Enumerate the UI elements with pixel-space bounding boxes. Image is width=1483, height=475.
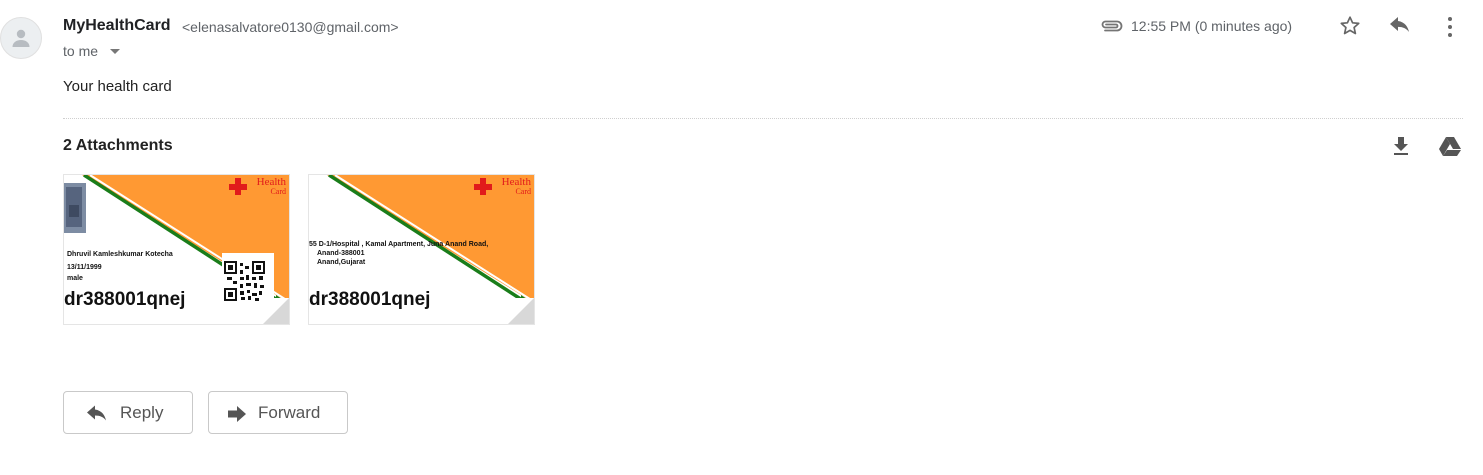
card-id: dr388001qnej xyxy=(64,289,186,310)
paperclip-icon xyxy=(1101,20,1123,32)
avatar[interactable] xyxy=(0,17,42,59)
page-fold-corner xyxy=(263,298,289,324)
attachments-divider xyxy=(63,118,1463,119)
sender-name[interactable]: MyHealthCard xyxy=(63,17,171,35)
attachment-thumbnail[interactable]: Health Card 55 D-1/Hospital , Kamal Apar… xyxy=(308,174,535,325)
download-icon[interactable] xyxy=(1390,135,1412,157)
message-body: Your health card xyxy=(63,78,172,95)
email-message: MyHealthCard <elenasalvatore0130@gmail.c… xyxy=(0,0,1483,475)
card-dob: 13/11/1999 xyxy=(67,264,102,271)
qr-code xyxy=(224,261,266,303)
forward-button[interactable]: Forward xyxy=(208,391,348,434)
attachments-title: 2 Attachments xyxy=(63,137,173,154)
forward-arrow-icon xyxy=(228,406,246,422)
card-holder-name: Dhruvil Kamleshkumar Kotecha xyxy=(67,251,173,258)
star-icon[interactable] xyxy=(1338,14,1362,38)
card-address-line: Anand,Gujarat xyxy=(317,259,366,266)
drive-icon[interactable] xyxy=(1438,135,1462,157)
forward-button-label: Forward xyxy=(258,403,321,422)
more-vert-icon[interactable] xyxy=(1440,16,1460,38)
person-icon xyxy=(12,29,30,47)
recipient-label: to me xyxy=(63,43,99,59)
show-details-caret-icon[interactable] xyxy=(110,49,120,54)
reply-button[interactable]: Reply xyxy=(63,391,193,434)
card-address-line: 55 D-1/Hospital , Kamal Apartment, Juna … xyxy=(309,241,489,248)
card-id: dr388001qnej xyxy=(309,289,431,310)
sender-email: <elenasalvatore0130@gmail.com> xyxy=(182,19,399,35)
reply-icon[interactable] xyxy=(1388,16,1412,38)
page-fold-corner xyxy=(508,298,534,324)
card-gender: male xyxy=(67,275,83,282)
card-brand: Health Card xyxy=(501,176,531,197)
card-brand: Health Card xyxy=(256,176,286,197)
card-address-line: Anand-388001 xyxy=(317,250,365,257)
attachment-thumbnail[interactable]: Health Card Dhruvil Kamleshkumar Kotecha… xyxy=(63,174,290,325)
reply-icon xyxy=(87,405,106,421)
reply-button-label: Reply xyxy=(120,403,164,422)
timestamp: 12:55 PM (0 minutes ago) xyxy=(1131,18,1293,34)
